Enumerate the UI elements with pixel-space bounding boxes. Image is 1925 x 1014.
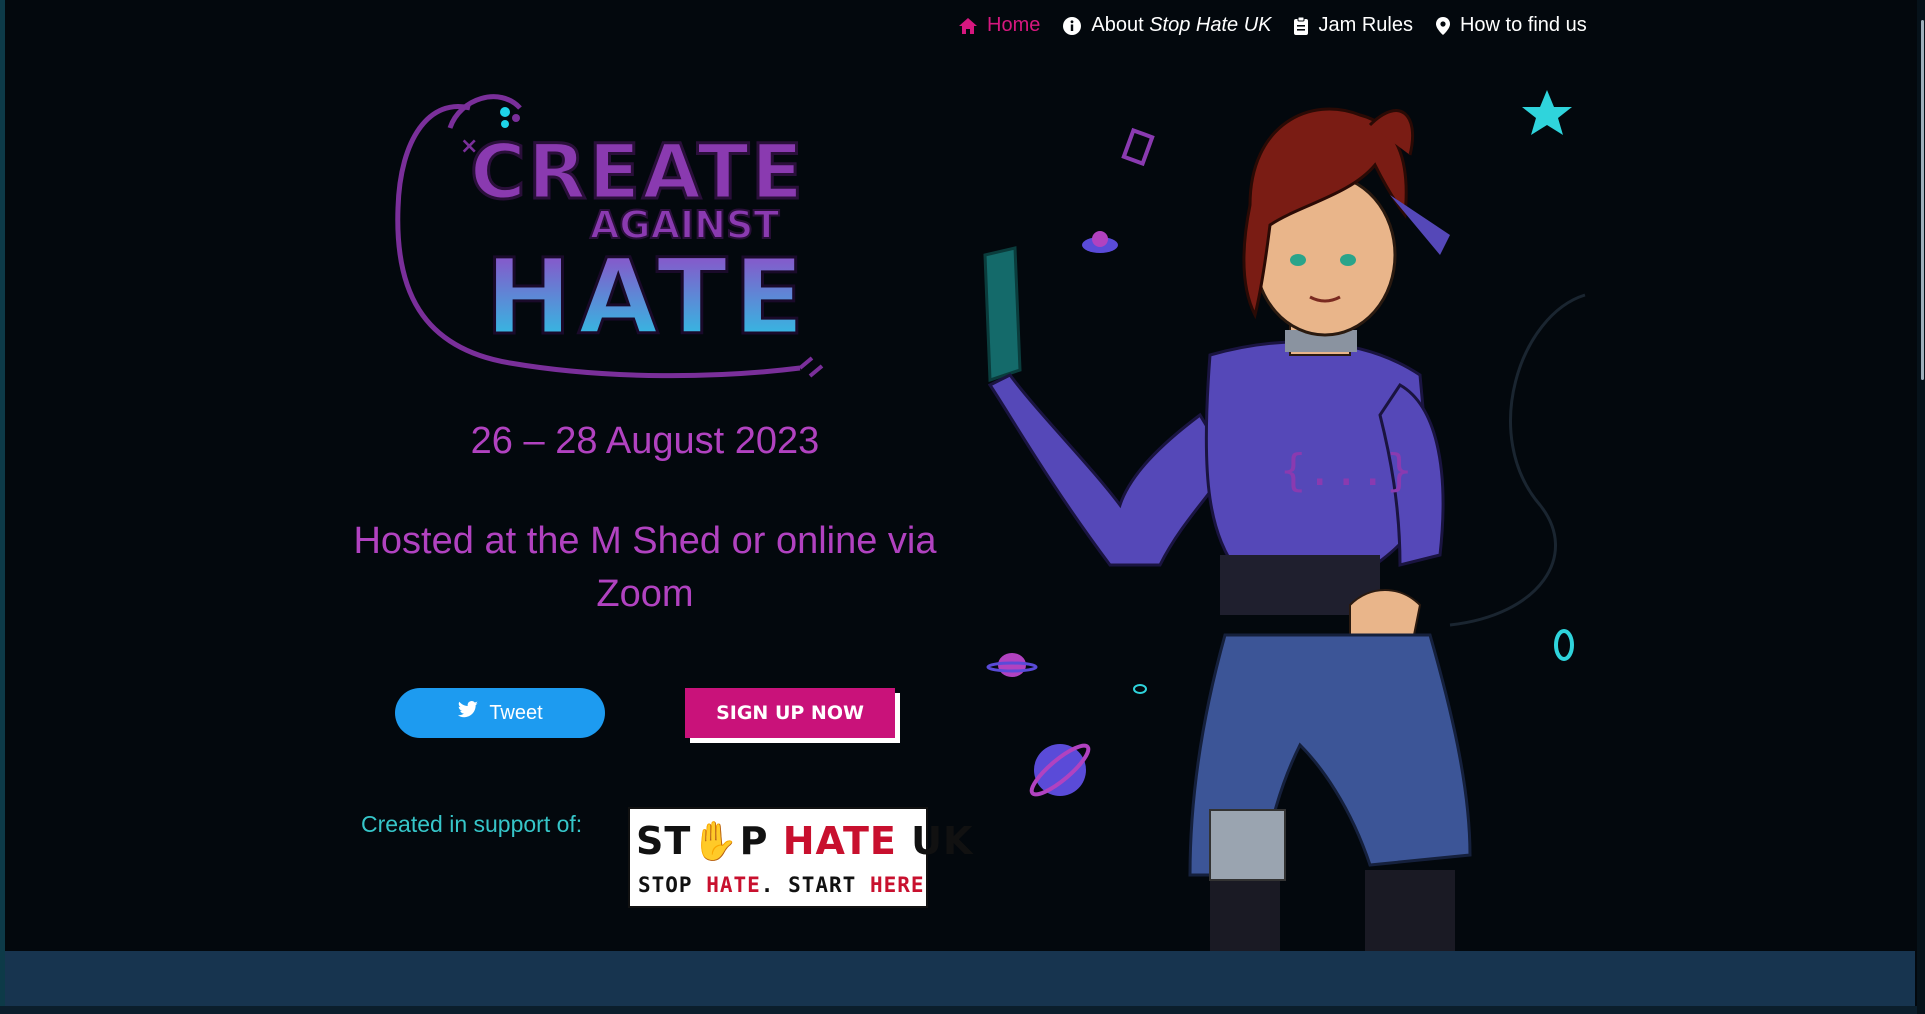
planet-icon (998, 653, 1026, 677)
tweet-label: Tweet (489, 701, 543, 724)
page (5, 0, 1920, 950)
nav-about[interactable]: About Stop Hate UK (1062, 14, 1271, 37)
planet-large-icon (1034, 744, 1086, 796)
signup-button[interactable]: SIGN UP NOW (685, 688, 895, 738)
main-nav: Home About Stop Hate UK Jam Rules How to… (958, 14, 1587, 37)
hand-icon: ✋ (691, 819, 740, 863)
ring-icon (1554, 629, 1574, 661)
map-pin-icon (1435, 16, 1451, 36)
clipboard-icon (1293, 16, 1309, 36)
diamond-icon (1121, 127, 1155, 167)
nav-jam-rules-label: Jam Rules (1318, 14, 1413, 36)
twitter-bird-icon (457, 701, 479, 725)
stop-hate-uk-logo-top: ST✋P HATE UK (636, 819, 974, 863)
svg-text:{...}: {...} (1280, 445, 1412, 496)
info-icon (1062, 16, 1082, 36)
nav-find-us[interactable]: How to find us (1435, 14, 1587, 37)
event-location: Hosted at the M Shed or online via Zoom (353, 520, 937, 615)
nav-home[interactable]: Home (958, 14, 1040, 37)
scrollbar[interactable] (1917, 0, 1925, 1014)
gamer-girl-illustration: {...} (983, 90, 1586, 951)
home-icon (958, 17, 978, 35)
scrollbar-thumb[interactable] (1921, 20, 1924, 380)
nav-home-label: Home (987, 14, 1041, 36)
logo-hate: HATE (485, 236, 810, 358)
create-against-hate-logo: × CREATE AGAINST HATE (395, 94, 824, 379)
window-bottom-edge (0, 1006, 1925, 1014)
footer-band (5, 951, 1915, 1006)
star-icon (1522, 90, 1572, 135)
stop-hate-uk-logo[interactable]: ST✋P HATE UK STOP HATE. START HERE (628, 807, 972, 908)
tweet-button[interactable]: Tweet (395, 688, 605, 738)
event-date: 26 – 28 August 2023 (470, 420, 820, 462)
stop-hate-uk-slogan: STOP HATE. START HERE (638, 873, 925, 897)
nav-jam-rules[interactable]: Jam Rules (1293, 14, 1413, 37)
support-text: Created in support of: (361, 811, 583, 837)
nav-find-us-label: How to find us (1459, 14, 1587, 36)
nav-about-label: About Stop Hate UK (1091, 14, 1272, 36)
